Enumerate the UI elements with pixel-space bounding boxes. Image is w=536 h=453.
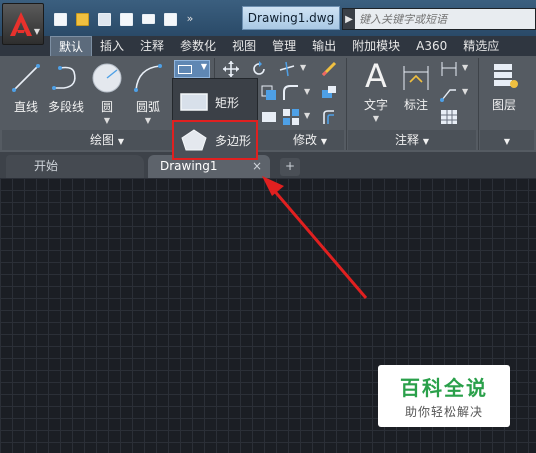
title-bar: » Drawing1.dwg ▶ (0, 0, 536, 36)
trim-icon[interactable] (278, 60, 296, 78)
offset-icon[interactable] (320, 108, 338, 126)
linear-dimension-icon[interactable] (440, 60, 458, 78)
new-file-icon[interactable] (50, 9, 70, 29)
search-expand-icon[interactable]: ▶ (343, 14, 355, 25)
stretch-icon[interactable] (260, 108, 278, 126)
overflow-chevron-icon[interactable]: » (182, 9, 198, 29)
polyline-icon (52, 66, 76, 90)
chevron-down-icon: ▼ (422, 137, 429, 146)
chevron-down-icon: ▼ (320, 137, 327, 146)
new-tab-button[interactable]: + (280, 158, 300, 176)
circle-button[interactable]: 圆 ▼ (91, 62, 123, 125)
quick-access-toolbar: » (50, 9, 198, 29)
polygon-menu-item[interactable]: 多边形 (172, 120, 258, 160)
layers-button[interactable]: 图层 (488, 60, 520, 113)
application-menu-button[interactable]: ▼ (2, 3, 44, 45)
circle-icon (92, 63, 122, 93)
tab-insert[interactable]: 插入 (92, 36, 132, 56)
annotation-panel-title[interactable]: 注释 ▼ (348, 130, 476, 150)
tab-parametric[interactable]: 参数化 (172, 36, 224, 56)
chevron-down-icon[interactable]: ▼ (462, 87, 468, 96)
document-tab-bar: 开始 Drawing1 × + (0, 152, 536, 178)
fillet-icon[interactable] (282, 84, 300, 102)
rectangle-polygon-flyout: 矩形 多边形 (172, 78, 258, 160)
rotate-icon[interactable] (250, 60, 268, 78)
ribbon-tab-bar: 默认 插入 注释 参数化 视图 管理 输出 附加模块 A360 精选应 (0, 36, 536, 56)
array-icon[interactable] (282, 108, 300, 126)
open-folder-icon[interactable] (72, 9, 92, 29)
tab-annotate[interactable]: 注释 (132, 36, 172, 56)
arc-button[interactable]: 圆弧 ▼ (132, 62, 164, 125)
chevron-down-icon: ▼ (33, 27, 40, 36)
text-icon: A (365, 57, 387, 95)
rectangle-dropdown-button[interactable]: ▼ (174, 60, 210, 78)
panel-divider (478, 58, 479, 150)
polygon-icon (181, 129, 207, 151)
tab-start[interactable]: 开始 (6, 155, 144, 178)
line-icon (12, 64, 40, 92)
tab-view[interactable]: 视图 (224, 36, 264, 56)
document-title: Drawing1.dwg (242, 6, 340, 30)
chevron-down-icon[interactable]: ▼ (373, 114, 379, 123)
layers-panel-title[interactable]: ▼ (480, 130, 534, 150)
chevron-down-icon[interactable]: ▼ (304, 87, 310, 96)
rectangle-icon (178, 65, 192, 74)
watermark-logo: 百科全说 助你轻松解决 (378, 365, 510, 427)
chevron-down-icon[interactable]: ▼ (104, 116, 110, 125)
line-button[interactable]: 直线 (10, 62, 42, 115)
chevron-down-icon[interactable]: ▼ (304, 111, 310, 120)
layers-icon (494, 64, 518, 88)
chevron-down-icon[interactable]: ▼ (462, 63, 468, 72)
tab-addins[interactable]: 附加模块 (344, 36, 408, 56)
rectangle-icon (180, 93, 208, 111)
autocad-logo-icon (10, 12, 32, 36)
tab-output[interactable]: 输出 (304, 36, 344, 56)
text-button[interactable]: A 文字 ▼ (360, 60, 392, 123)
copy-icon[interactable] (260, 84, 278, 102)
chevron-down-icon[interactable]: ▼ (145, 116, 151, 125)
dimension-icon (403, 66, 429, 90)
undo-icon[interactable] (160, 9, 180, 29)
dimension-button[interactable]: 标注 (400, 60, 432, 113)
print-icon[interactable] (138, 9, 158, 29)
rectangle-menu-item[interactable]: 矩形 (173, 83, 257, 121)
chevron-down-icon[interactable]: ▼ (300, 63, 306, 72)
tab-default[interactable]: 默认 (50, 36, 93, 56)
tab-manage[interactable]: 管理 (264, 36, 304, 56)
panel-divider (346, 58, 347, 150)
save-as-icon[interactable] (116, 9, 136, 29)
erase-icon[interactable] (320, 60, 338, 78)
arc-icon (134, 64, 162, 92)
polyline-button[interactable]: 多段线 (48, 62, 84, 115)
table-icon[interactable] (440, 108, 458, 126)
tab-a360[interactable]: A360 (408, 36, 455, 56)
save-icon[interactable] (94, 9, 114, 29)
search-box[interactable]: ▶ (342, 8, 536, 30)
move-icon[interactable] (222, 60, 240, 78)
chevron-down-icon: ▼ (117, 137, 124, 146)
explode-icon[interactable] (320, 84, 338, 102)
search-input[interactable] (355, 9, 535, 29)
tab-featured[interactable]: 精选应 (455, 36, 507, 56)
chevron-down-icon: ▼ (200, 62, 207, 71)
leader-icon[interactable] (440, 84, 458, 102)
chevron-down-icon: ▼ (503, 137, 511, 146)
